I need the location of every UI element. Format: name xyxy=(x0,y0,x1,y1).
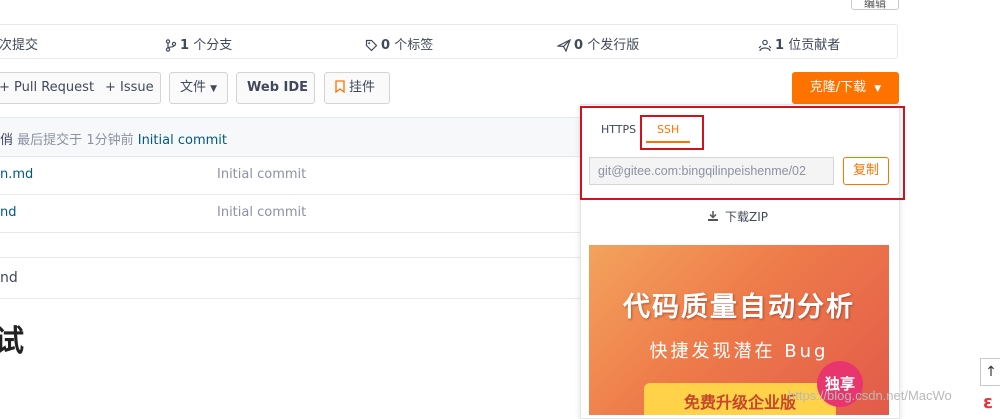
arrow-up-icon: ↑ xyxy=(985,364,997,380)
files-label: 文件 xyxy=(180,80,207,95)
contributors-stat[interactable]: 1 位贡献者 xyxy=(758,34,840,53)
last-commit-time: 1分钟前 xyxy=(86,133,134,148)
pull-request-button[interactable]: + Pull Request xyxy=(0,72,96,104)
committer-name[interactable]: 俏 xyxy=(0,133,13,148)
branches-label: 个分支 xyxy=(193,38,233,53)
file-commit-message[interactable]: Initial commit xyxy=(217,167,306,182)
download-zip-label: 下载ZIP xyxy=(725,210,768,224)
csdn-float-icon[interactable]: ɛ xyxy=(983,390,1000,415)
tags-stat[interactable]: 0 个标签 xyxy=(365,34,433,53)
highlight-box-ssh xyxy=(640,115,704,150)
download-zip-link[interactable]: 下载ZIP xyxy=(707,208,768,225)
branches-stat[interactable]: 1 个分支 xyxy=(165,34,232,53)
releases-label: 个发行版 xyxy=(587,38,640,53)
readme-filename[interactable]: nd xyxy=(0,270,18,286)
commits-stat[interactable]: 次提交 xyxy=(0,34,38,53)
releases-stat[interactable]: 0 个发行版 xyxy=(555,34,640,53)
clone-download-button[interactable]: 克隆/下载 ▼ xyxy=(792,72,899,104)
last-commit-message[interactable]: Initial commit xyxy=(138,133,227,148)
web-ide-button[interactable]: Web IDE xyxy=(236,72,315,104)
last-commit-bar: 俏 最后提交于 1分钟前 Initial commit xyxy=(0,117,590,157)
issue-button[interactable]: + Issue xyxy=(95,72,161,104)
file-name-link[interactable]: n.md xyxy=(0,167,33,182)
clone-label: 克隆/下载 xyxy=(809,80,867,95)
readme-header: nd xyxy=(0,257,590,299)
last-commit-label: 最后提交于 xyxy=(17,133,83,148)
file-name-link[interactable]: nd xyxy=(0,205,17,220)
releases-count: 0 xyxy=(574,38,584,53)
banner-subtitle: 快捷发现潜在 Bug xyxy=(649,341,829,362)
tags-label: 个标签 xyxy=(394,38,434,53)
bookmark-icon xyxy=(335,80,345,94)
contributors-icon xyxy=(758,39,772,52)
readme-heading: 试 xyxy=(0,324,24,359)
files-dropdown[interactable]: 文件 ▼ xyxy=(169,72,228,104)
widget-button[interactable]: 挂件 xyxy=(324,72,390,104)
watermark-text: https://blog.csdn.net/MacWo xyxy=(788,388,952,403)
contributors-label: 位贡献者 xyxy=(788,38,841,53)
repo-stats-bar: 次提交 1 个分支 0 个标签 0 个发行版 1 位贡献者 xyxy=(0,24,898,59)
tag-icon xyxy=(365,39,378,52)
caret-down-icon: ▼ xyxy=(210,84,218,94)
caret-down-icon: ▼ xyxy=(874,84,882,94)
file-commit-message[interactable]: Initial commit xyxy=(217,205,306,220)
send-icon xyxy=(555,38,572,53)
widget-label: 挂件 xyxy=(349,80,376,95)
contributors-count: 1 xyxy=(775,38,785,53)
back-to-top-button[interactable]: ↑ xyxy=(980,358,1000,386)
logo-icon: ɛ xyxy=(983,392,994,413)
table-row: n.md Initial commit xyxy=(0,156,590,195)
highlight-box-panel xyxy=(580,106,905,200)
table-row: nd Initial commit xyxy=(0,194,590,233)
download-icon xyxy=(708,211,718,221)
branches-count: 1 xyxy=(180,38,190,53)
commits-label: 次提交 xyxy=(0,38,39,53)
tags-count: 0 xyxy=(381,38,391,53)
branch-icon xyxy=(165,39,177,52)
banner-title: 代码质量自动分析 xyxy=(623,292,855,323)
edit-button[interactable]: 编辑 xyxy=(851,0,899,10)
